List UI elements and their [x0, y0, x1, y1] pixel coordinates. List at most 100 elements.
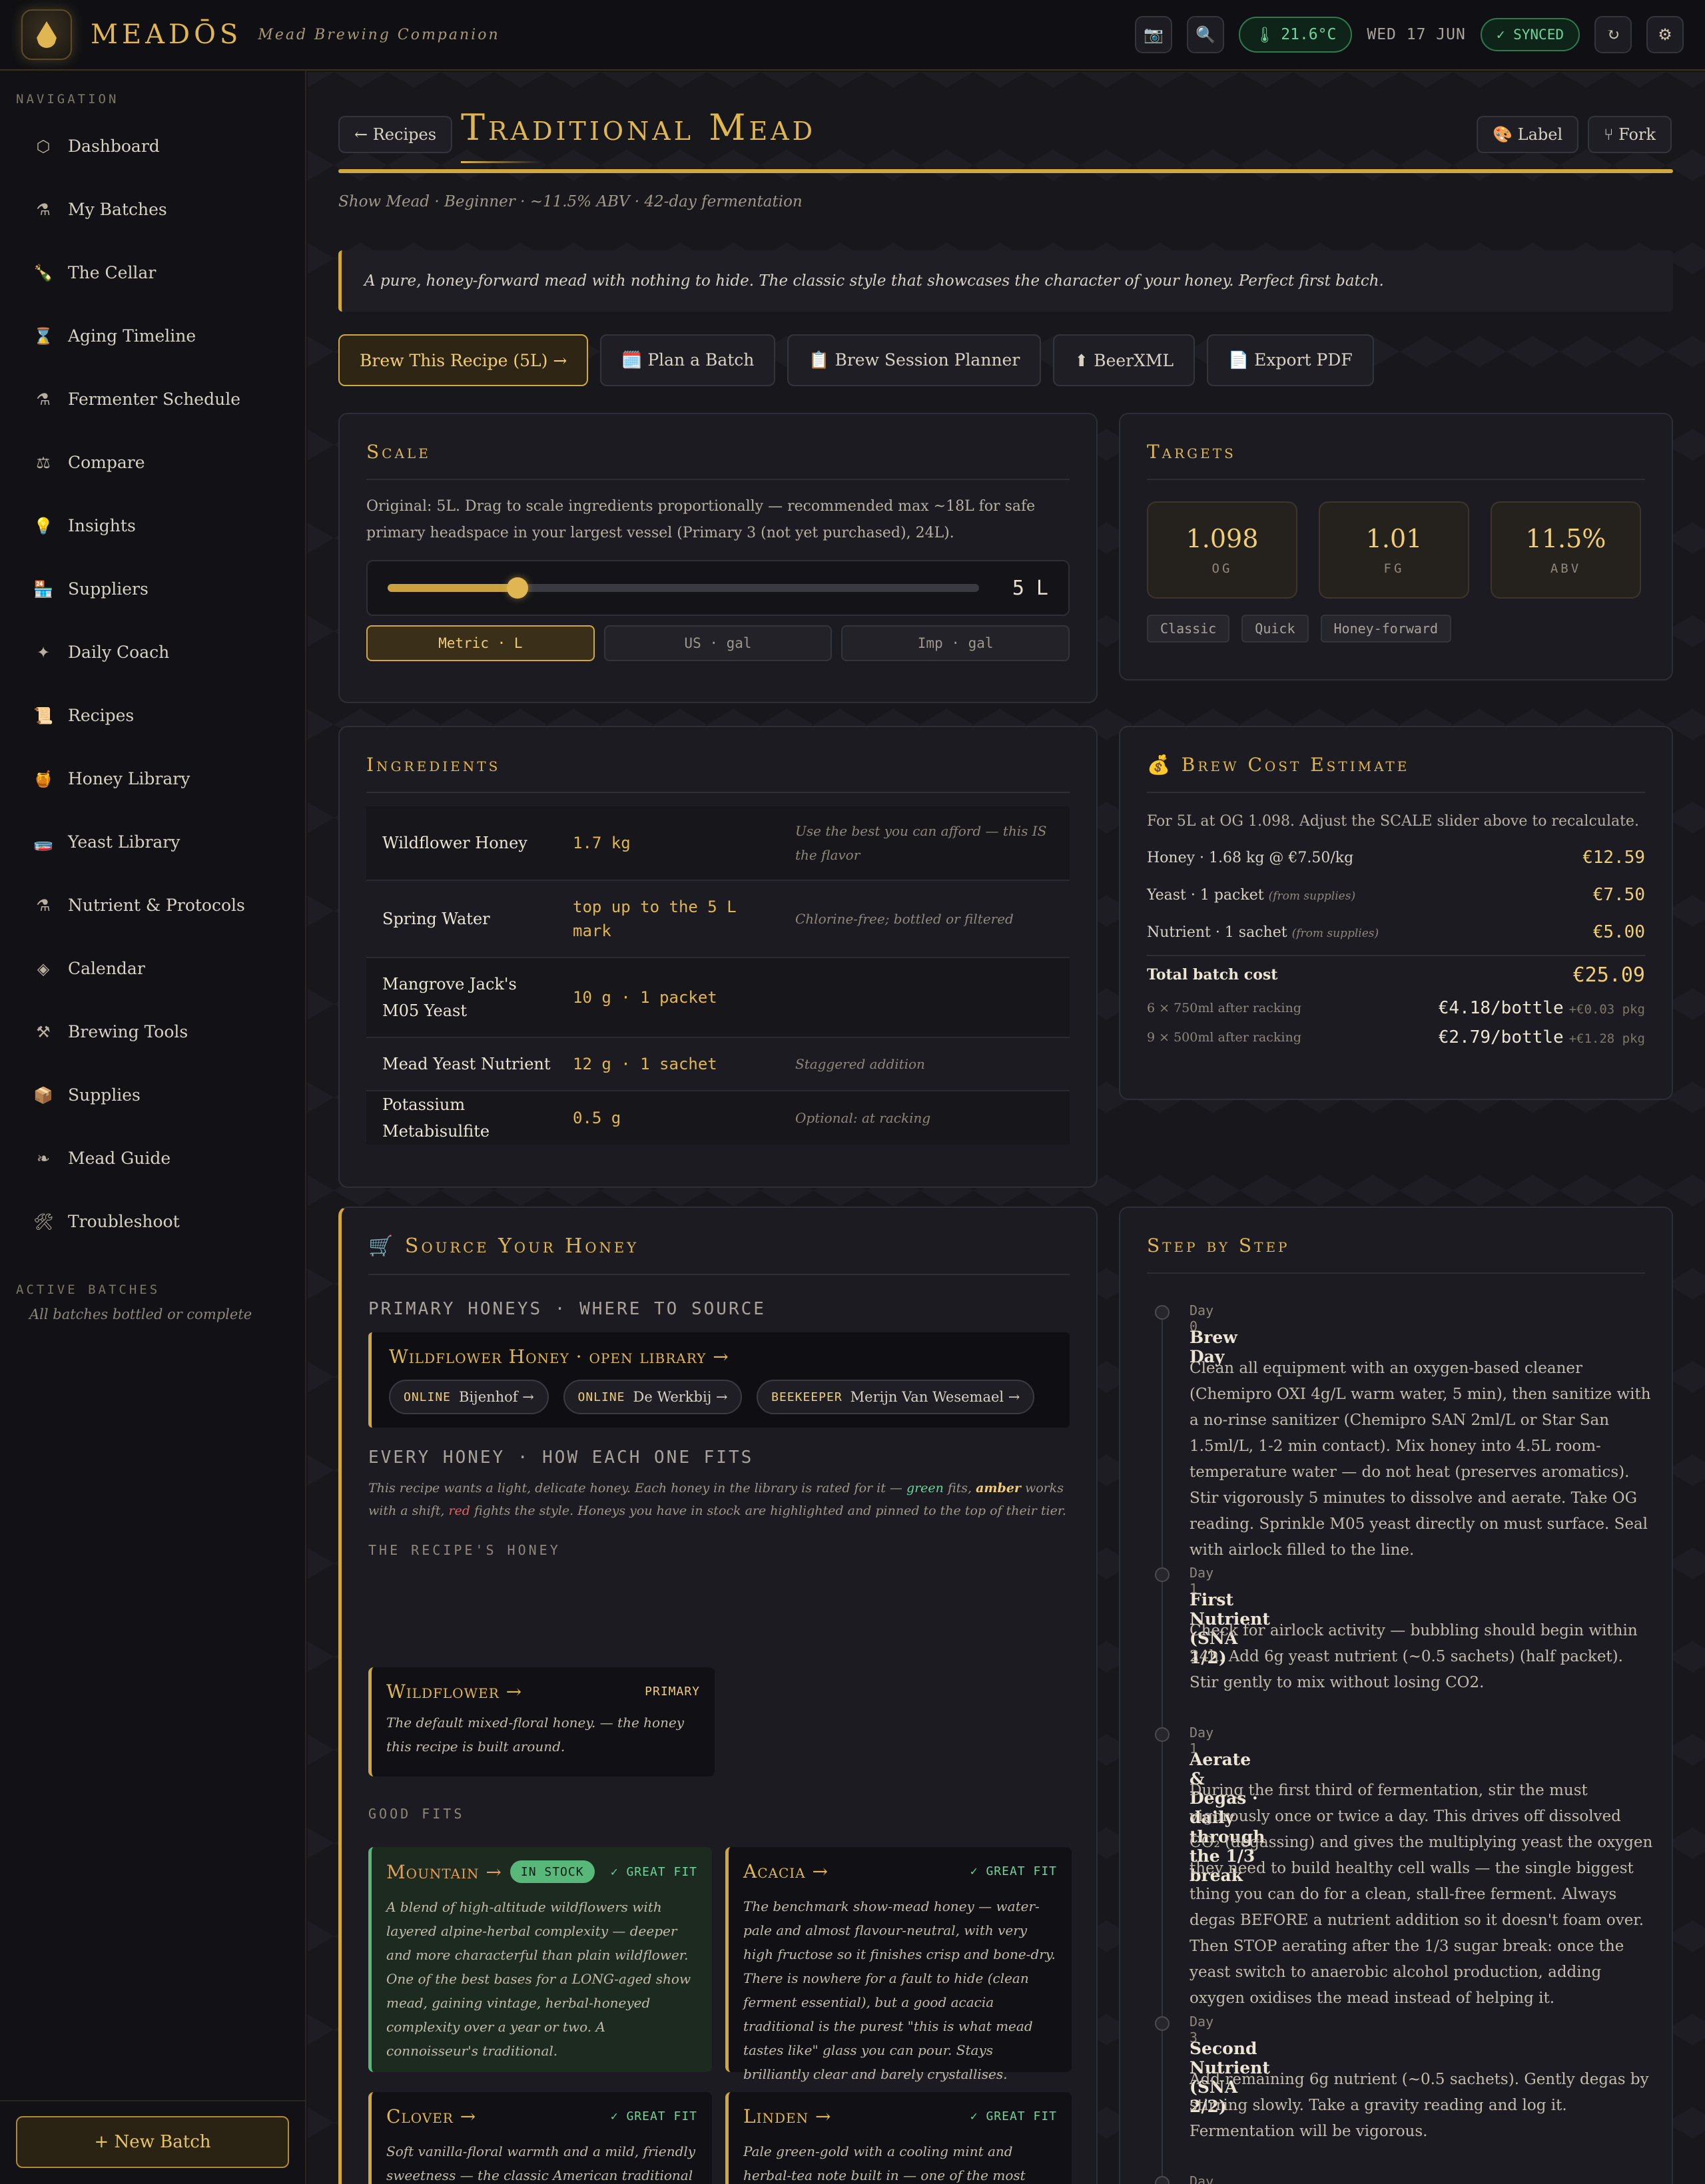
title-underline — [461, 161, 541, 163]
sidebar-item-honey-library[interactable]: 🍯 Honey Library — [0, 747, 305, 810]
table-row: Wildflower Honey 1.7 kg Use the best you… — [366, 806, 1070, 881]
nav-heading: NAVIGATION — [16, 92, 119, 107]
source-kind: ONLINE — [404, 1390, 452, 1404]
unit-us-button[interactable]: US · gal — [603, 625, 833, 661]
export-pdf-button[interactable]: 📄 Export PDF — [1207, 334, 1374, 386]
nav-icon: ⚗ — [36, 390, 51, 409]
honey-title[interactable]: Clover → — [386, 2105, 476, 2127]
sidebar-item-label: Insights — [68, 516, 136, 535]
nav-icon: 🧫 — [33, 832, 53, 852]
source-pill[interactable]: ONLINE De Werkbij → — [563, 1380, 743, 1414]
recipe-honey-card[interactable]: Wildflower → PRIMARY The default mixed-f… — [368, 1667, 715, 1776]
primary-honey-source-box: Wildflower Honey · open library → ONLINE… — [368, 1332, 1070, 1428]
sidebar-item-insights[interactable]: 💡 Insights — [0, 494, 305, 557]
sync-status-badge[interactable]: ✓ SYNCED — [1480, 18, 1580, 51]
explainer-pre: This recipe wants a light, delicate hone… — [368, 1481, 902, 1496]
nav-icon: ❧ — [36, 1149, 51, 1168]
sidebar-item-brewing-tools[interactable]: ⚒ Brewing Tools — [0, 1000, 305, 1063]
sidebar-item-recipes[interactable]: 📜 Recipes — [0, 684, 305, 747]
sidebar-item-label: Compare — [68, 453, 145, 472]
honey-title[interactable]: Linden → — [743, 2105, 832, 2127]
sidebar-item-supplies[interactable]: 📦 Supplies — [0, 1063, 305, 1127]
source-pill[interactable]: ONLINE Bijenhof → — [389, 1380, 549, 1414]
honey-description: A blend of high-altitude wildflowers wit… — [386, 1899, 691, 2059]
sidebar-item-label: Recipes — [68, 706, 135, 725]
sidebar-item-nutrient-protocols[interactable]: ⚗ Nutrient & Protocols — [0, 874, 305, 937]
step-day: Day 7 — [1190, 2173, 1214, 2184]
new-batch-button[interactable]: + New Batch — [16, 2116, 289, 2168]
gear-icon[interactable]: ⚙ — [1646, 16, 1684, 53]
style-tag[interactable]: Classic — [1147, 615, 1230, 643]
sidebar-item-aging-timeline[interactable]: ⌛ Aging Timeline — [0, 304, 305, 368]
source-name: De Werkbij → — [633, 1389, 728, 1405]
fit-badge: ✓ GREAT FIT — [610, 2109, 697, 2123]
cost-yeast-row: Yeast · 1 packet (from supplies) €7.50 — [1147, 876, 1645, 914]
unit-metric-button[interactable]: Metric · L — [366, 625, 595, 661]
cost-nutrient-amount: €5.00 — [1592, 922, 1645, 942]
fork-button[interactable]: ⑂ Fork — [1588, 116, 1672, 153]
back-to-recipes-button[interactable]: ← Recipes — [338, 116, 453, 153]
per-bottle-500-label: 9 × 500ml after racking — [1147, 1030, 1301, 1045]
camera-icon[interactable]: 📷 — [1135, 16, 1173, 53]
nav-icon: ⚖ — [36, 453, 51, 472]
cost-yeast-source: (from supplies) — [1268, 889, 1356, 903]
step-text: Clean all equipment with an oxygen-based… — [1190, 1360, 1651, 1559]
source-honey-title: 🛒 Source Your Honey — [368, 1234, 639, 1258]
sidebar-item-suppliers[interactable]: 🏪 Suppliers — [0, 557, 305, 621]
slider-thumb[interactable] — [507, 577, 529, 599]
abv-value: 11.5% — [1525, 524, 1606, 553]
nav-icon: 📜 — [33, 706, 53, 725]
sidebar-item-the-cellar[interactable]: 🍾 The Cellar — [0, 241, 305, 304]
honey-drop-logo-icon[interactable] — [21, 9, 72, 60]
temperature-pill[interactable]: 🌡 21.6°C — [1239, 17, 1353, 53]
plan-batch-button[interactable]: 🗓️ Plan a Batch — [600, 334, 776, 386]
label-button[interactable]: 🎨 Label — [1477, 116, 1579, 153]
unit-imp-button[interactable]: Imp · gal — [841, 625, 1070, 661]
sidebar-item-dashboard[interactable]: ⬡ Dashboard — [0, 115, 305, 178]
scale-title: Scale — [366, 441, 431, 463]
temperature-value: 21.6°C — [1281, 26, 1337, 43]
refresh-icon[interactable]: ↻ — [1594, 16, 1632, 53]
sidebar-item-daily-coach[interactable]: ✦ Daily Coach — [0, 621, 305, 684]
sidebar-item-mead-guide[interactable]: ❧ Mead Guide — [0, 1127, 305, 1190]
explainer-amber: amber — [976, 1481, 1021, 1496]
per-bottle-500-row: 9 × 500ml after racking €2.79/bottle +€1.… — [1147, 1023, 1645, 1052]
explainer-green: green — [906, 1481, 944, 1496]
honey-title[interactable]: Acacia → — [743, 1860, 829, 1882]
source-pill[interactable]: BEEKEEPER Merijn Van Wesemael → — [757, 1380, 1035, 1414]
brew-session-planner-button[interactable]: 📋 Brew Session Planner — [787, 334, 1042, 386]
per-bottle-750-row: 6 × 750ml after racking €4.18/bottle +€0.… — [1147, 993, 1645, 1023]
explainer-red: red — [448, 1503, 470, 1518]
honey-card-acacia[interactable]: Acacia → ✓ GREAT FIT The benchmark show-… — [725, 1847, 1072, 2082]
sidebar-item-troubleshoot[interactable]: 🛠 Troubleshoot — [0, 1190, 305, 1253]
honey-card-clover[interactable]: Clover → ✓ GREAT FIT Soft vanilla-floral… — [368, 2092, 712, 2184]
scale-slider[interactable] — [388, 577, 979, 599]
ingredient-amount: 0.5 g — [573, 1109, 621, 1127]
honey-card-linden[interactable]: Linden → ✓ GREAT FIT Pale green-gold wit… — [725, 2092, 1072, 2184]
sidebar-item-label: Calendar — [68, 959, 145, 978]
table-row: Potassium Metabisulfite 0.5 g Optional: … — [366, 1091, 1070, 1145]
sidebar-item-fermenter-schedule[interactable]: ⚗ Fermenter Schedule — [0, 368, 305, 431]
sidebar-item-my-batches[interactable]: ⚗ My Batches — [0, 178, 305, 241]
honey-title[interactable]: Mountain → — [386, 1861, 502, 1883]
cost-nutrient-source: (from supplies) — [1291, 926, 1379, 940]
explainer-fits: fits, — [947, 1481, 972, 1496]
style-tag[interactable]: Honey-forward — [1320, 615, 1452, 643]
brew-recipe-button[interactable]: Brew This Recipe (5L) → — [338, 334, 589, 386]
beerxml-export-button[interactable]: ⬆ BeerXML — [1053, 334, 1195, 386]
step-text: Check for airlock activity — bubbling sh… — [1190, 1622, 1638, 1691]
cost-honey-row: Honey · 1.68 kg @ €7.50/kg €12.59 — [1147, 839, 1645, 876]
brew-cost-card: 💰 Brew Cost Estimate For 5L at OG 1.098.… — [1119, 726, 1673, 1100]
search-icon[interactable]: 🔍 — [1187, 16, 1225, 53]
sidebar-item-calendar[interactable]: ◈ Calendar — [0, 937, 305, 1000]
ingredients-title: Ingredients — [366, 754, 501, 776]
sidebar-item-yeast-library[interactable]: 🧫 Yeast Library — [0, 810, 305, 874]
sidebar-item-label: Daily Coach — [68, 643, 170, 662]
honey-card-mountain[interactable]: Mountain → IN STOCK ✓ GREAT FIT A blend … — [368, 1847, 712, 2072]
nav-icon: 📦 — [33, 1085, 53, 1105]
recipe-honey-title[interactable]: Wildflower → — [386, 1681, 522, 1703]
style-tag[interactable]: Quick — [1241, 615, 1309, 643]
sidebar-item-compare[interactable]: ⚖ Compare — [0, 431, 305, 494]
open-library-link[interactable]: Wildflower Honey · open library → — [389, 1346, 1052, 1368]
sidebar-item-label: Suppliers — [68, 579, 149, 599]
